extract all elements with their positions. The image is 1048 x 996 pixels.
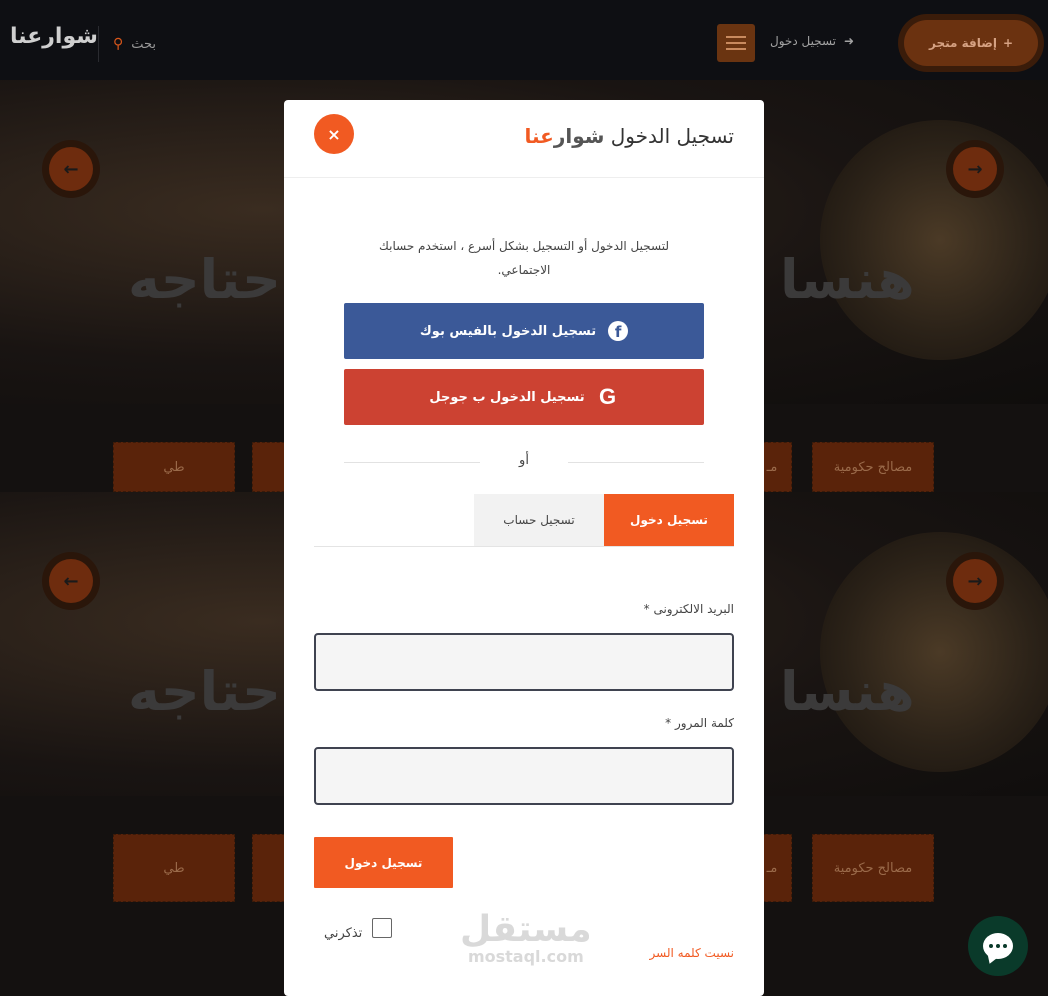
facebook-login-label: تسجيل الدخول بالفيس بوك	[419, 323, 597, 339]
arrow-left-icon: ←	[49, 559, 93, 603]
hero-title-left: حتاجه	[128, 248, 281, 311]
hero-title-right: هنسا	[780, 248, 915, 311]
remember-me: تذكرني	[324, 918, 393, 941]
arrow-right-icon: →	[953, 147, 997, 191]
modal-title: تسجيل الدخول شوارعنا	[524, 124, 734, 148]
intro-text: لتسجيل الدخول أو التسجيل بشكل أسرع ، است…	[379, 239, 669, 277]
slider-next-button[interactable]: →	[946, 140, 1004, 198]
tab-login[interactable]: تسجيل دخول	[604, 494, 734, 546]
remember-me-checkbox[interactable]	[372, 918, 393, 938]
facebook-login-button[interactable]: f تسجيل الدخول بالفيس بوك	[344, 303, 704, 359]
watermark-latin: mostaql.com	[467, 947, 584, 966]
chat-widget-button[interactable]	[968, 916, 1028, 976]
remember-me-label: تذكرني	[324, 926, 363, 941]
email-label: البريد الالكترونى *	[644, 602, 734, 616]
add-store-label: إضافة متجر	[928, 36, 997, 50]
hero-image	[820, 120, 1048, 360]
brand-name-part2: عنا	[524, 124, 554, 148]
tab-register[interactable]: تسجيل حساب	[474, 494, 604, 546]
email-label-text: البريد الالكترونى	[653, 602, 734, 616]
login-modal: تسجيل الدخول شوارعنا × لتسجيل الدخول أو …	[284, 100, 764, 996]
login-submit-button[interactable]: تسجيل دخول	[314, 837, 453, 888]
watermark-arabic: مستقل	[460, 909, 592, 950]
google-icon: G	[599, 384, 617, 409]
search-icon: ⚲	[113, 36, 124, 52]
or-text: أو	[519, 453, 529, 468]
category-item[interactable]: مصالح حكومية	[812, 442, 934, 492]
required-mark: *	[643, 602, 650, 616]
arrow-right-icon: →	[953, 559, 997, 603]
brand-name-part1: شوار	[553, 124, 605, 148]
arrow-left-icon: ←	[49, 147, 93, 191]
nav-login-link[interactable]: تسجيل دخول ➜	[770, 34, 854, 48]
password-label-text: كلمة المرور	[674, 716, 734, 730]
slider-prev-button[interactable]: ←	[42, 552, 100, 610]
plus-icon: +	[1002, 36, 1014, 50]
auth-tabs: تسجيل دخول تسجيل حساب	[314, 494, 734, 547]
nav-login-label: تسجيل دخول	[770, 34, 836, 48]
google-login-label: تسجيل الدخول ب جوجل	[429, 389, 585, 405]
category-item[interactable]: طي	[113, 442, 235, 492]
login-submit-label: تسجيل دخول	[344, 855, 423, 870]
modal-title-text: تسجيل الدخول	[610, 124, 734, 148]
required-mark: *	[665, 716, 672, 730]
email-field[interactable]	[314, 633, 734, 691]
hamburger-menu-button[interactable]	[717, 24, 755, 62]
chat-icon	[983, 933, 1013, 959]
category-item[interactable]: مصالح حكومية	[812, 834, 934, 902]
top-navbar: شوارعنا ⚲ بحث تسجيل دخول ➜ إضافة متجر +	[0, 0, 1048, 80]
add-store-button[interactable]: إضافة متجر +	[898, 14, 1044, 72]
search-bar[interactable]: ⚲ بحث	[98, 26, 156, 62]
close-button[interactable]: ×	[314, 114, 354, 154]
watermark: مستقل mostaql.com	[460, 912, 592, 966]
close-icon: ×	[327, 124, 341, 144]
facebook-icon: f	[608, 321, 629, 341]
forgot-password-link[interactable]: نسيت كلمه السر	[650, 946, 734, 960]
sign-in-icon: ➜	[844, 34, 855, 48]
hero-title-right: هنسا	[780, 660, 915, 723]
hero-image	[820, 532, 1048, 772]
slider-next-button[interactable]: →	[946, 552, 1004, 610]
hero-title-left: حتاجه	[128, 660, 281, 723]
menu-icon	[726, 36, 746, 38]
category-item[interactable]: طي	[113, 834, 235, 902]
google-login-button[interactable]: G تسجيل الدخول ب جوجل	[344, 369, 704, 425]
search-placeholder: بحث	[131, 36, 157, 52]
slider-prev-button[interactable]: ←	[42, 140, 100, 198]
modal-header: تسجيل الدخول شوارعنا ×	[284, 100, 764, 178]
or-divider: أو	[344, 452, 704, 472]
password-field[interactable]	[314, 747, 734, 805]
password-label: كلمة المرور *	[665, 716, 734, 730]
site-logo[interactable]: شوارعنا	[10, 24, 99, 49]
